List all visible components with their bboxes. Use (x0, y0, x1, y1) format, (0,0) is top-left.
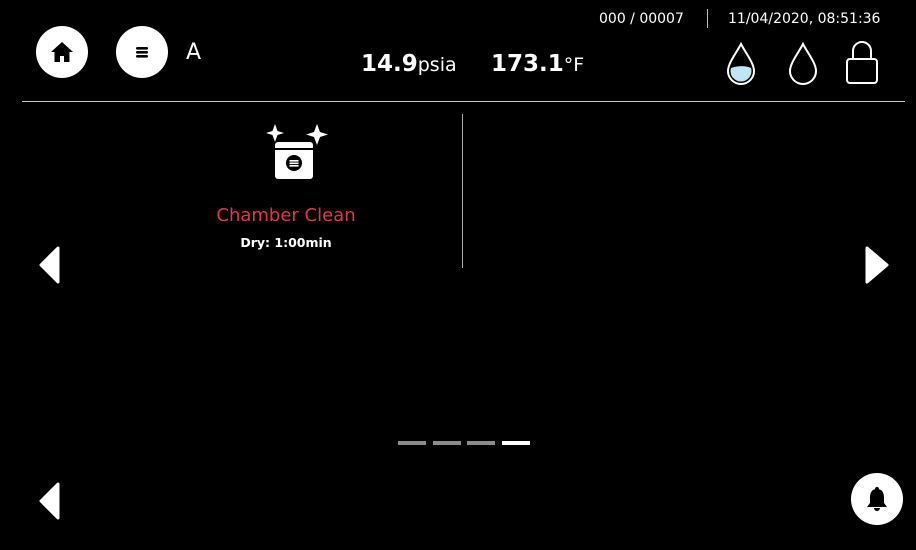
water-empty-icon (788, 41, 818, 85)
page-indicator[interactable] (398, 441, 426, 445)
next-page-arrow-icon[interactable] (863, 245, 891, 285)
profile-label[interactable]: A (186, 40, 201, 65)
date-time: 11/04/2020, 08:51:36 (728, 11, 881, 27)
pressure-unit: psia (417, 54, 457, 76)
chamber-clean-icon (266, 124, 328, 179)
menu-icon (136, 47, 148, 58)
menu-button[interactable] (116, 26, 168, 78)
back-arrow-icon[interactable] (38, 481, 62, 521)
temperature-unit: °F (563, 54, 585, 76)
tile-divider (462, 114, 463, 268)
temperature-reading: 173.1°F (491, 51, 584, 77)
page-indicator[interactable] (433, 441, 461, 445)
pressure-reading: 14.9psia (361, 51, 457, 77)
header-divider (707, 9, 708, 28)
cycle-tile-chamber-clean[interactable]: Chamber Clean Dry: 1:00min (170, 118, 402, 268)
pressure-value: 14.9 (361, 51, 418, 77)
water-full-icon (726, 41, 756, 85)
previous-page-arrow-icon[interactable] (38, 245, 62, 285)
alarm-button[interactable] (851, 473, 903, 525)
cycle-counter: 000 / 00007 (599, 11, 684, 27)
home-button[interactable] (36, 26, 88, 78)
page-indicator-active[interactable] (502, 441, 530, 445)
page-indicator[interactable] (467, 441, 495, 445)
cycle-subtitle: Dry: 1:00min (240, 235, 332, 250)
home-icon (51, 42, 73, 62)
temperature-value: 173.1 (491, 51, 564, 77)
cycle-title: Chamber Clean (216, 205, 356, 226)
lock-icon[interactable] (844, 38, 880, 86)
bell-icon (867, 487, 887, 511)
header-rule (22, 101, 905, 102)
